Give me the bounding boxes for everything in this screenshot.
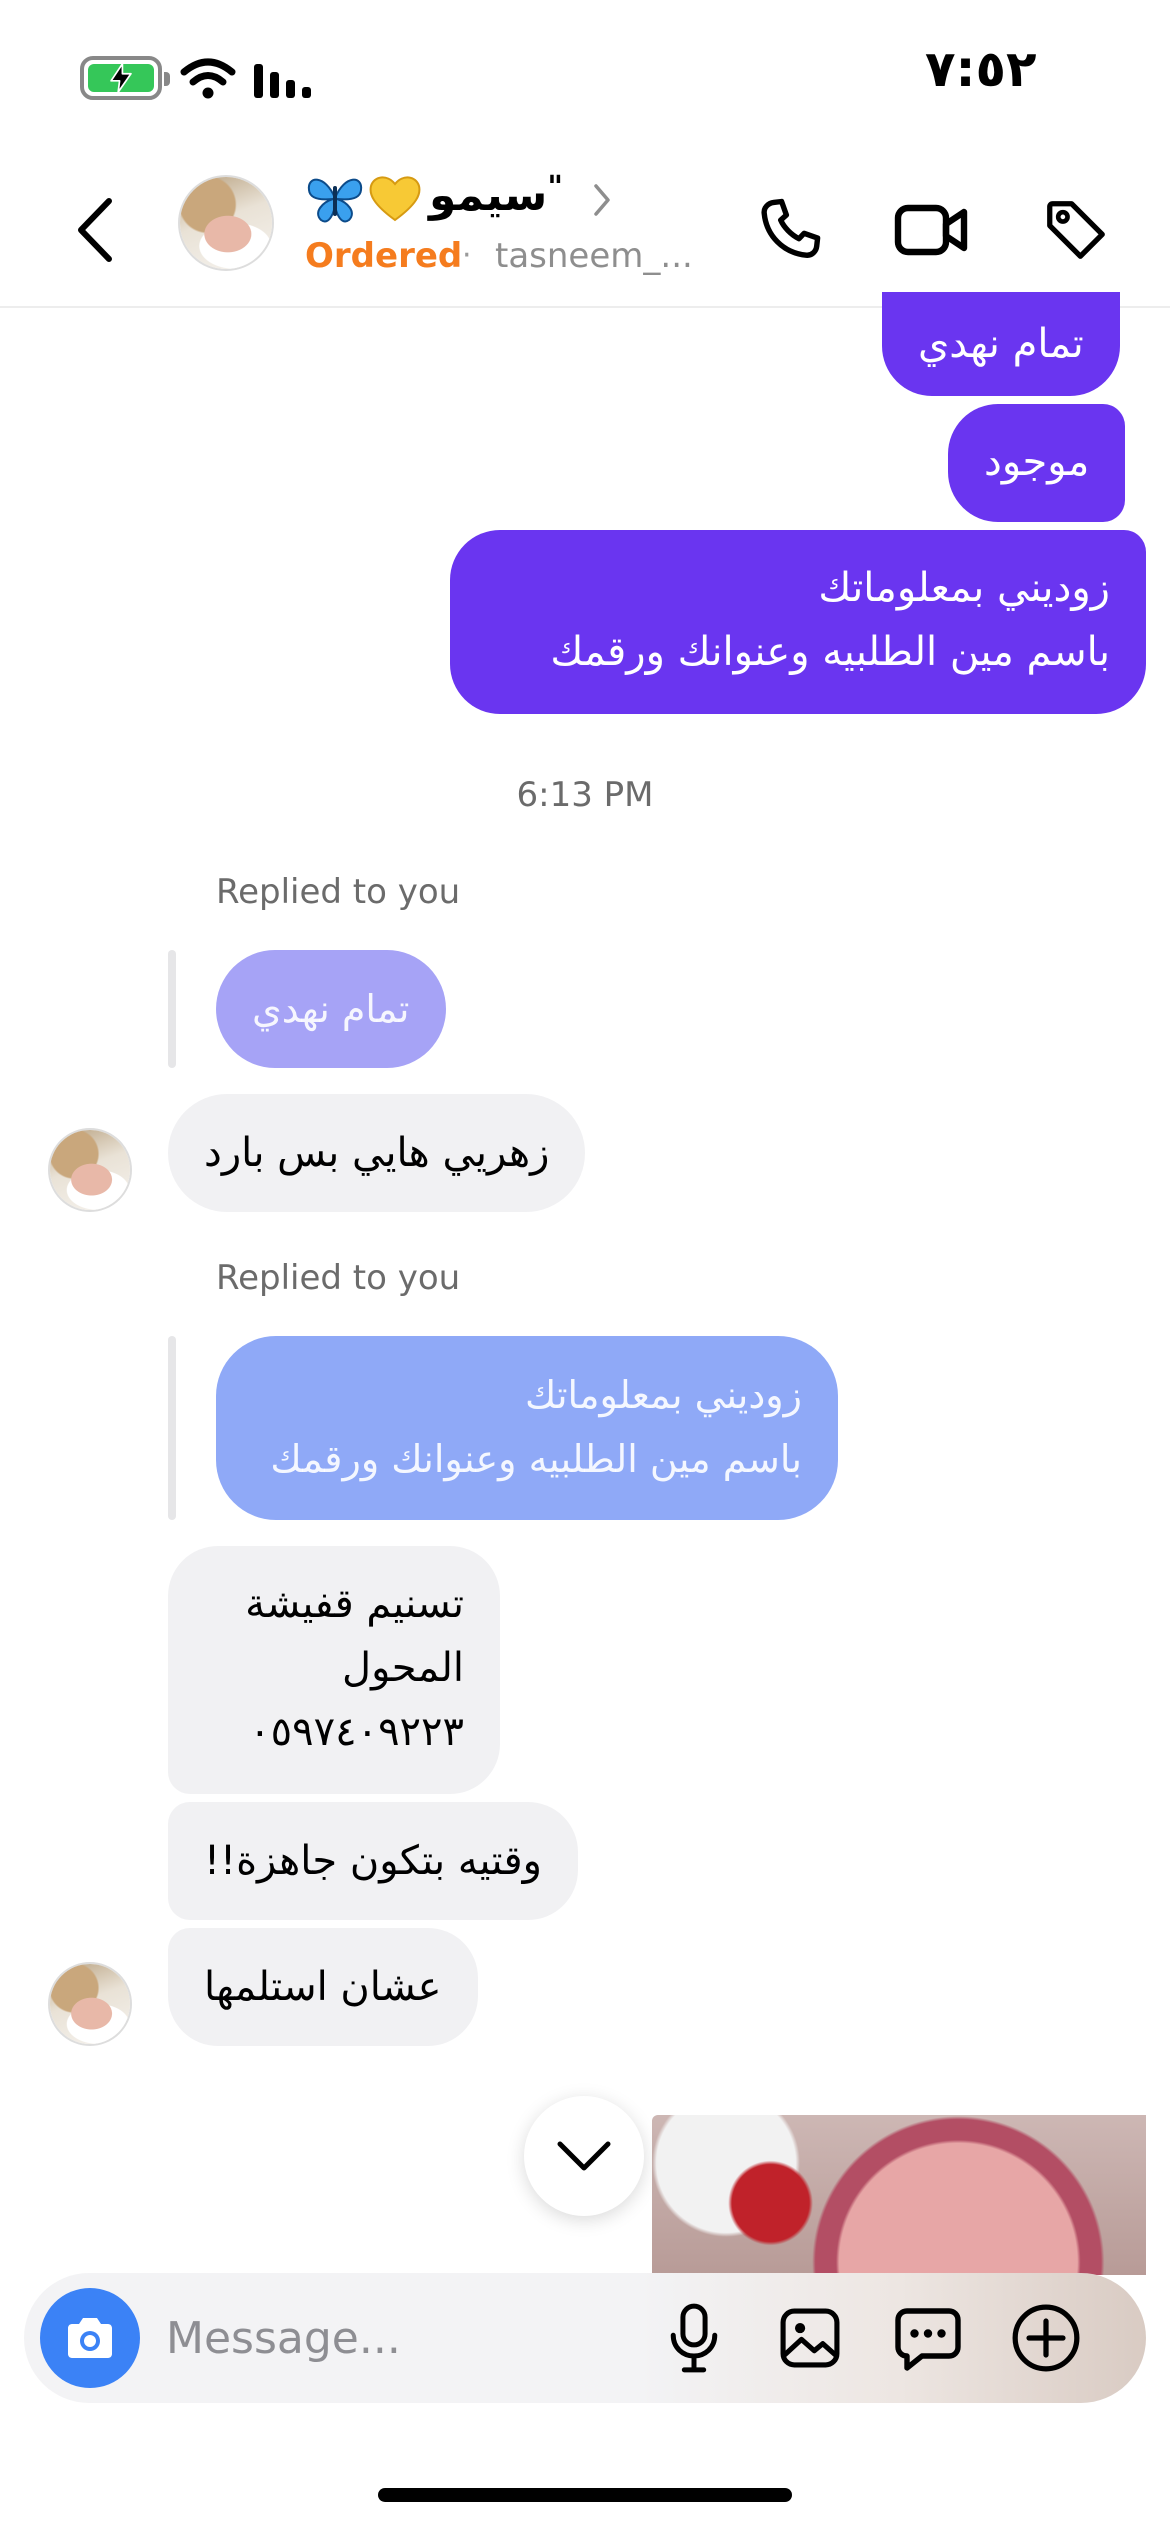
sent-message-bubble[interactable]: موجود: [948, 404, 1126, 522]
label-tag-button[interactable]: [1036, 190, 1116, 270]
chat-header: سيمو" Ordered · tasneem_...: [0, 150, 1170, 308]
tag-icon: [1047, 201, 1105, 259]
message-text: تمام نهدي: [918, 321, 1084, 367]
shared-photo-message[interactable]: [652, 2115, 1146, 2275]
more-options-button[interactable]: [1006, 2298, 1086, 2378]
received-message-bubble[interactable]: تسنيم قفيشة المحول ٠٥٩٧٤٠٩٢٢٣: [168, 1546, 500, 1794]
message-composer: [24, 2273, 1146, 2403]
gallery-button[interactable]: [770, 2298, 850, 2378]
camera-icon: [68, 2318, 112, 2358]
image-icon: [780, 2308, 840, 2368]
message-input[interactable]: [166, 2303, 646, 2373]
yellow-heart-emoji-icon: [369, 176, 421, 222]
contact-name[interactable]: سيمو": [305, 170, 563, 224]
contact-avatar[interactable]: [178, 175, 274, 271]
quoted-message[interactable]: زوديني بمعلوماتك باسم مين الطلبيه وعنوان…: [216, 1336, 838, 1520]
chevron-right-icon[interactable]: [588, 180, 616, 220]
cellular-signal-icon: [254, 64, 311, 98]
message-timestamp: 6:13 PM: [516, 775, 654, 815]
message-text: زهريي هايي بس بارد: [204, 1130, 550, 1176]
butterfly-emoji-icon: [307, 178, 363, 223]
order-status-label: Ordered: [305, 236, 463, 276]
camera-button[interactable]: [40, 2288, 140, 2388]
contact-avatar-small[interactable]: [48, 1128, 132, 1212]
message-text-line: ٠٥٩٧٤٠٩٢٢٣: [249, 1709, 464, 1755]
replied-to-you-label: Replied to you: [216, 1258, 461, 1298]
plus-circle-icon: [1012, 2304, 1080, 2372]
received-message-bubble[interactable]: وقتيه بتكون جاهزة!!: [168, 1802, 578, 1920]
battery-charging-icon: [80, 56, 170, 100]
status-bar: ٧:٥٢: [0, 0, 1170, 150]
voice-message-button[interactable]: [654, 2298, 734, 2378]
reply-indicator-bar: [168, 1336, 176, 1520]
replied-to-you-label: Replied to you: [216, 872, 461, 912]
separator-dot: ·: [462, 238, 472, 273]
home-indicator: [378, 2488, 792, 2502]
message-text: عشان استلمها: [204, 1964, 442, 2010]
message-text-line: باسم مين الطلبيه وعنوانك ورقمك: [550, 629, 1110, 675]
message-text: موجود: [984, 439, 1090, 485]
sent-message-bubble[interactable]: تمام نهدي: [882, 292, 1120, 396]
contact-name-mark: ": [547, 170, 563, 205]
back-button[interactable]: [60, 190, 130, 270]
chevron-down-icon: [557, 2141, 611, 2171]
sent-message-bubble[interactable]: زوديني بمعلوماتك باسم مين الطلبيه وعنوان…: [450, 530, 1146, 714]
received-message-bubble[interactable]: زهريي هايي بس بارد: [168, 1094, 586, 1212]
quoted-message-line: باسم مين الطلبيه وعنوانك ورقمك: [270, 1437, 802, 1481]
quoted-message[interactable]: تمام نهدي: [216, 950, 446, 1068]
chat-bubble-dots-icon: [895, 2308, 961, 2371]
quoted-message-text: تمام نهدي: [252, 987, 410, 1031]
message-text-line: تسنيم قفيشة: [245, 1581, 464, 1627]
message-text-line: المحول: [342, 1645, 464, 1691]
status-time: ٧:٥٢: [925, 40, 1037, 98]
contact-avatar-small[interactable]: [48, 1962, 132, 2046]
scroll-to-bottom-button[interactable]: [524, 2096, 644, 2216]
microphone-icon: [670, 2303, 718, 2373]
chevron-left-icon: [78, 198, 112, 262]
message-text-line: زوديني بمعلوماتك: [818, 565, 1110, 611]
reply-indicator-bar: [168, 950, 176, 1068]
quoted-message-line: زوديني بمعلوماتك: [524, 1373, 802, 1417]
received-message-bubble[interactable]: عشان استلمها: [168, 1928, 478, 2046]
video-call-button[interactable]: [892, 190, 972, 270]
contact-username: tasneem_...: [495, 236, 693, 276]
wifi-icon: [180, 58, 236, 99]
quick-replies-button[interactable]: [888, 2298, 968, 2378]
voice-call-button[interactable]: [750, 190, 830, 270]
contact-name-text: سيمو: [429, 170, 548, 221]
message-text: وقتيه بتكون جاهزة!!: [204, 1838, 542, 1884]
phone-icon: [761, 198, 821, 258]
video-camera-icon: [894, 204, 968, 256]
